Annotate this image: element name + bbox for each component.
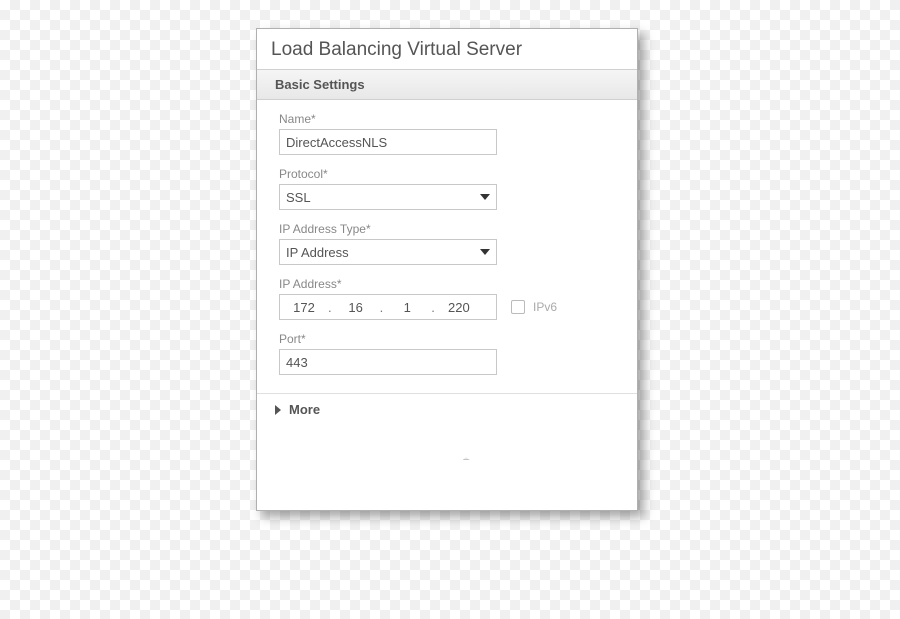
ip-octet-1[interactable] — [280, 300, 328, 315]
port-input[interactable] — [279, 349, 497, 375]
dialog: Load Balancing Virtual Server Basic Sett… — [256, 28, 638, 511]
ip-address-type-value: IP Address — [286, 245, 480, 260]
ipv6-label: IPv6 — [533, 300, 557, 314]
name-input[interactable] — [279, 129, 497, 155]
name-label: Name* — [279, 112, 615, 126]
chevron-right-icon — [275, 405, 281, 415]
more-toggle[interactable]: More — [257, 394, 637, 426]
ip-address-input[interactable]: . . . — [279, 294, 497, 320]
more-label: More — [289, 402, 320, 417]
field-name: Name* — [279, 112, 615, 155]
field-protocol: Protocol* SSL — [279, 167, 615, 210]
field-port: Port* — [279, 332, 615, 375]
chevron-down-icon — [480, 249, 490, 255]
protocol-value: SSL — [286, 190, 480, 205]
field-ip-address: IP Address* . . . IPv6 — [279, 277, 615, 320]
section-body: Name* Protocol* SSL IP Address Type* IP … — [257, 100, 637, 394]
ip-address-label: IP Address* — [279, 277, 615, 291]
section-header-basic-settings: Basic Settings — [257, 69, 637, 100]
ip-octet-3[interactable] — [383, 300, 431, 315]
port-label: Port* — [279, 332, 615, 346]
ip-address-type-select[interactable]: IP Address — [279, 239, 497, 265]
button-row: OK Cancel — [257, 426, 637, 510]
ip-octet-4[interactable] — [435, 300, 483, 315]
chevron-down-icon — [480, 194, 490, 200]
ip-octet-2[interactable] — [332, 300, 380, 315]
protocol-label: Protocol* — [279, 167, 615, 181]
field-ip-address-type: IP Address Type* IP Address — [279, 222, 615, 265]
cancel-button[interactable]: Cancel — [381, 436, 477, 460]
dialog-title: Load Balancing Virtual Server — [257, 29, 637, 69]
ipv6-checkbox[interactable] — [511, 300, 525, 314]
ip-address-type-label: IP Address Type* — [279, 222, 615, 236]
protocol-select[interactable]: SSL — [279, 184, 497, 210]
ok-button[interactable]: OK — [275, 436, 371, 460]
